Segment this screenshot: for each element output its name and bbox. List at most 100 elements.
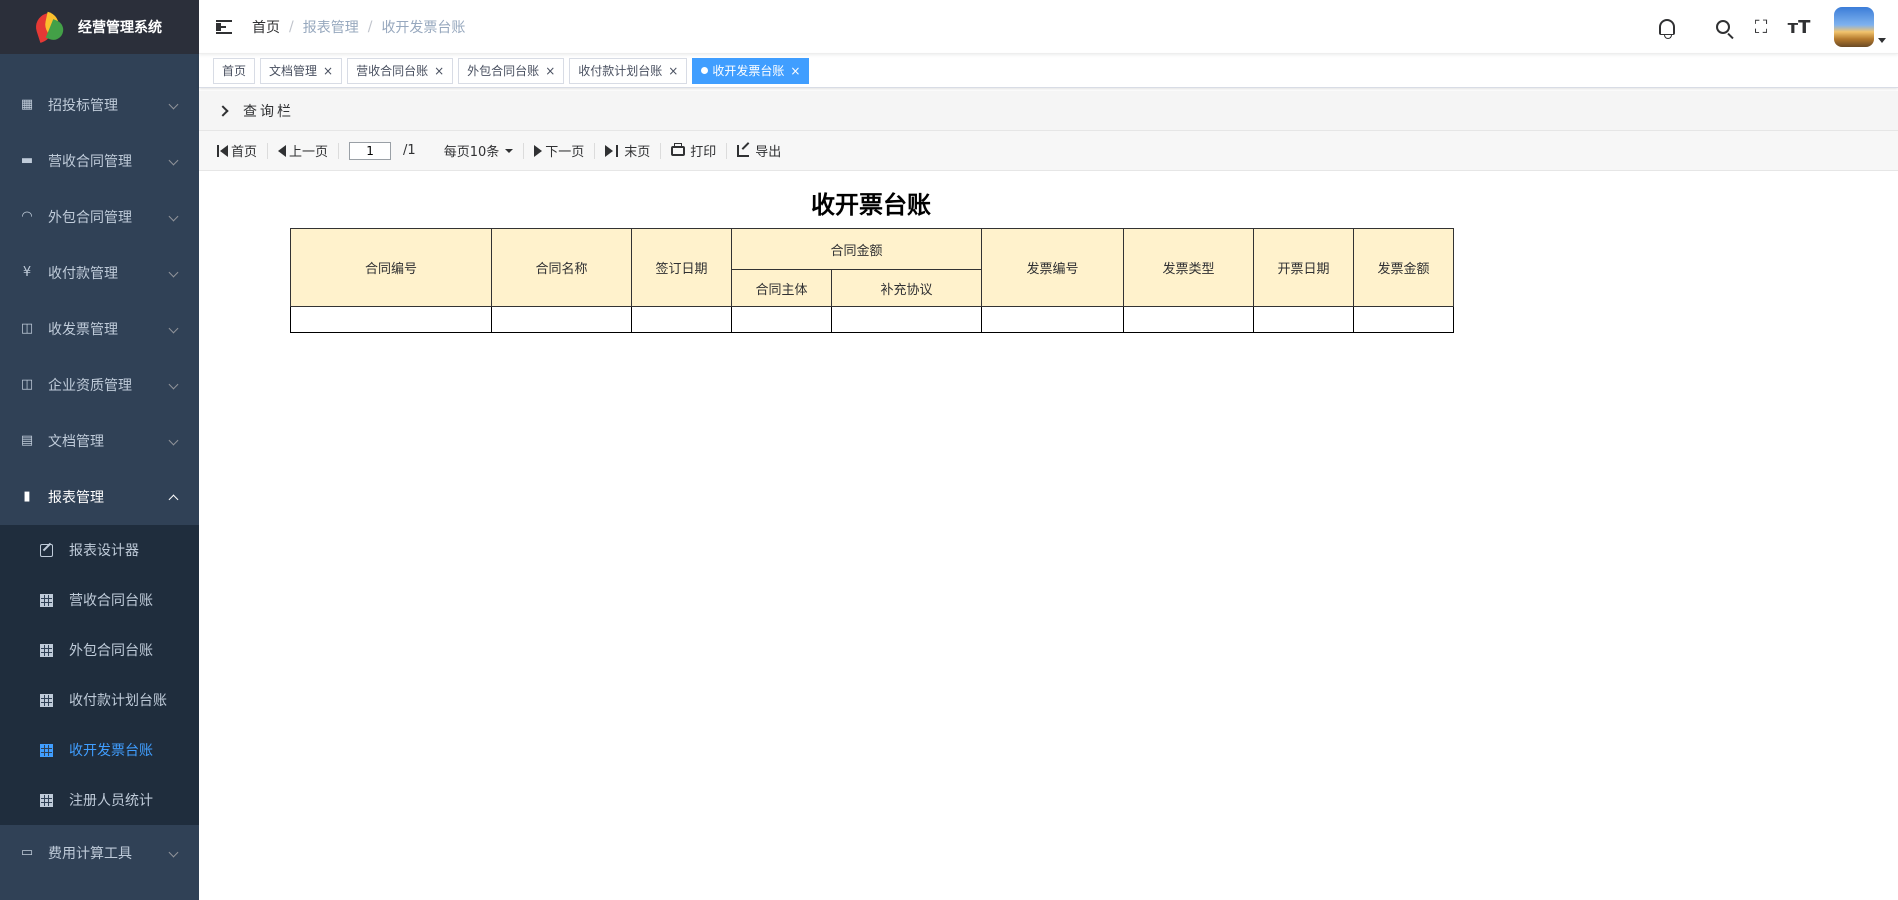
close-icon[interactable]: × [434,64,444,78]
close-icon[interactable]: × [323,64,333,78]
report-canvas: 收开票台账 合同编号 合同名称 签订日期 合同金额 发票编号 发票类型 开票日期… [199,171,1898,333]
table-cell [491,306,632,333]
sidebar-item-label: 收付款管理 [48,266,118,282]
sidebar-item-report-designer[interactable]: 报表设计器 [0,525,199,575]
sub-item-label: 注册人员统计 [69,793,153,809]
hand-icon: ◠ [21,209,33,224]
sidebar-item-outsourcing-ledger[interactable]: 外包合同台账 [0,625,199,675]
search-button[interactable] [1710,14,1736,40]
col-header-invoice-amount: 发票金额 [1353,228,1454,307]
prev-icon [278,144,287,157]
print-button[interactable]: 打印 [671,141,716,160]
sidebar-item-label: 营收合同管理 [48,154,132,170]
sidebar-item-revenue-contract[interactable]: ▬ 营收合同管理 [0,133,199,189]
document-icon: ▤ [20,433,34,448]
tag-documents[interactable]: 文档管理 × [260,57,343,84]
query-bar-label: 查询栏 [243,103,294,120]
active-dot-icon [701,67,709,74]
chevron-up-icon [168,494,179,505]
first-page-button[interactable]: 首页 [217,141,257,160]
logo-icon [32,11,67,43]
main-area: 首页 / 报表管理 / 收开发票台账 ⛶ ᴛT 首页 文档管理 × 营收合同台账 ×… [199,0,1898,900]
sidebar-item-bidding[interactable]: ▦ 招投标管理 [0,77,199,133]
breadcrumb-home[interactable]: 首页 [252,17,280,37]
sidebar-item-outsourcing-contract[interactable]: ◠ 外包合同管理 [0,189,199,245]
toolbar-divider [338,142,340,159]
caret-down-icon [505,148,514,153]
first-page-icon [217,144,219,157]
col-header-invoice-date: 开票日期 [1253,228,1354,307]
tag-label: 文档管理 [269,64,318,78]
tag-payment-plan-ledger[interactable]: 收付款计划台账 × [569,57,688,84]
table-cell [1253,306,1354,333]
sidebar-item-documents[interactable]: ▤ 文档管理 [0,413,199,469]
close-icon[interactable]: × [790,64,800,78]
sidebar: 经营管理系统 ▦ 招投标管理 ▬ 营收合同管理 ◠ 外包合同管理 ¥ 收付款管理… [0,0,199,900]
sidebar-item-fee-calculator[interactable]: ▭ 费用计算工具 [0,825,199,881]
tag-outsourcing-ledger[interactable]: 外包合同台账 × [458,57,565,84]
tag-revenue-ledger[interactable]: 营收合同台账 × [347,57,454,84]
col-header-contract-no: 合同编号 [290,228,492,307]
sidebar-item-revenue-ledger[interactable]: 营收合同台账 [0,575,199,625]
sidebar-item-label: 费用计算工具 [48,846,132,862]
breadcrumb-separator: / [289,18,294,35]
font-size-button[interactable]: ᴛT [1786,14,1812,40]
grid-icon [40,793,53,807]
sidebar-item-payment-plan-ledger[interactable]: 收付款计划台账 [0,675,199,725]
next-icon [534,144,543,157]
grid-icon [40,693,53,707]
toolbar-divider [594,142,596,159]
breadcrumb-current: 收开发票台账 [381,19,466,36]
col-header-supplement: 补充协议 [831,269,982,307]
breadcrumb-separator: / [367,18,373,35]
tags-view: 首页 文档管理 × 营收合同台账 × 外包合同台账 × 收付款计划台账 × 收开发票台账… [199,54,1898,88]
fullscreen-button[interactable]: ⛶ [1748,14,1774,40]
query-bar[interactable]: 查询栏 [199,91,1898,131]
sub-item-label: 收开发票台账 [69,743,153,759]
toolbar-divider [726,142,728,159]
table-cell [831,306,982,333]
avatar[interactable] [1834,7,1874,47]
caret-down-icon[interactable] [1878,37,1886,43]
first-page-label: 首页 [231,145,258,160]
sidebar-item-qualifications[interactable]: ◫ 企业资质管理 [0,357,199,413]
navbar-actions: ⛶ ᴛT [1632,0,1886,54]
export-button[interactable]: 导出 [737,141,781,160]
breadcrumb: 首页 / 报表管理 / 收开发票台账 [252,17,465,37]
close-icon[interactable]: × [668,64,678,78]
page-size-select[interactable]: 每页10条 [444,141,514,160]
col-header-invoice-type: 发票类型 [1123,228,1254,307]
last-page-button[interactable]: 末页 [605,141,650,160]
col-header-contract-amount: 合同金额 [731,228,982,270]
sub-item-label: 收付款计划台账 [69,693,167,709]
font-size-icon: ᴛT [1787,16,1811,38]
prev-page-label: 上一页 [289,145,329,160]
sidebar-item-label: 企业资质管理 [48,378,132,394]
sidebar-item-invoice-ledger[interactable]: 收开发票台账 [0,725,199,775]
notification-button[interactable] [1654,14,1680,40]
chevron-right-icon [217,104,229,117]
print-label: 打印 [690,145,717,160]
page-number-input[interactable] [349,141,392,160]
next-page-button[interactable]: 下一页 [534,141,584,160]
book-open-icon: ◫ [20,377,34,392]
sidebar-item-registered-staff[interactable]: 注册人员统计 [0,775,199,825]
sidebar-item-label: 文档管理 [48,434,104,450]
page-size-label: 每页10条 [443,145,500,160]
hamburger-icon[interactable] [216,17,236,37]
bell-icon [1659,19,1675,39]
chevron-down-icon [168,211,179,222]
sidebar-item-invoices[interactable]: ◫ 收发票管理 [0,301,199,357]
toolbar-divider [523,142,525,159]
sidebar-item-payments[interactable]: ¥ 收付款管理 [0,245,199,301]
tag-invoice-ledger[interactable]: 收开发票台账 × [692,57,810,84]
sidebar-item-label: 外包合同管理 [48,210,132,226]
close-icon[interactable]: × [545,64,555,78]
edit-icon [40,543,53,557]
sidebar-item-label: 收发票管理 [48,322,118,338]
app-logo[interactable]: 经营管理系统 [0,0,199,54]
tag-home[interactable]: 首页 [213,57,256,84]
prev-page-button[interactable]: 上一页 [278,141,328,160]
table-cell [981,306,1124,333]
sidebar-item-reports[interactable]: ▮ 报表管理 [0,469,199,525]
